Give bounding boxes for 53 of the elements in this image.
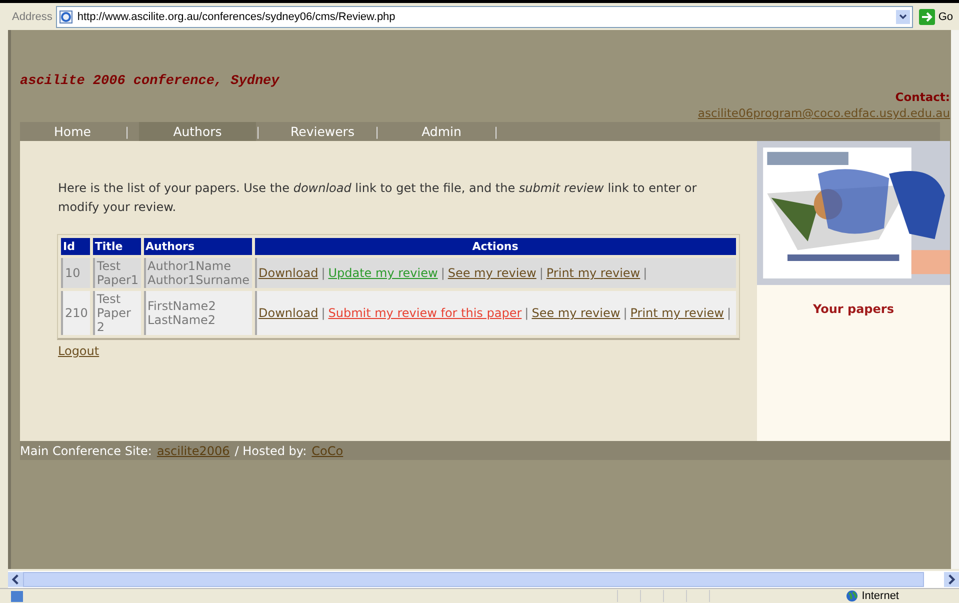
- separator-text: |: [623, 306, 628, 320]
- table-cell: Test Paper 2: [92, 291, 141, 335]
- nav-separator: |: [375, 124, 380, 141]
- table-cell: FirstName2 LastName2: [144, 291, 252, 335]
- action-link[interactable]: Submit my review for this paper: [328, 306, 522, 320]
- column-header: Id: [61, 238, 90, 255]
- separator-text: |: [440, 266, 445, 280]
- intro-text: Here is the list of your papers. Use the download link to get the file, and the submit review link to enter or modify your review.: [58, 180, 698, 216]
- action-link[interactable]: See my review: [532, 306, 620, 320]
- page-icon: [10, 590, 24, 602]
- dropdown-icon[interactable]: [896, 10, 910, 24]
- action-link[interactable]: Download: [258, 306, 318, 320]
- address-field[interactable]: http://www.ascilite.org.au/conferences/sydney06/cms/Review.php: [56, 6, 914, 28]
- site-title: ascilite 2006 conference, Sydney: [20, 74, 280, 89]
- column-header: Title: [92, 238, 141, 255]
- globe-icon: [846, 590, 858, 602]
- address-label: Address: [12, 10, 52, 22]
- action-link[interactable]: Print my review: [546, 266, 640, 280]
- nav-tab[interactable]: Home: [20, 122, 125, 141]
- vertical-scrollbar[interactable]: [951, 30, 959, 569]
- logout-link[interactable]: Logout: [58, 344, 100, 358]
- column-header: Authors: [144, 238, 252, 255]
- table-cell: 210: [61, 291, 90, 335]
- separator-text: |: [726, 306, 732, 320]
- column-header: Actions: [254, 238, 736, 255]
- go-button[interactable]: Go: [917, 8, 955, 24]
- separator-text: |: [321, 266, 326, 280]
- sidebar-heading: Your papers: [812, 302, 895, 316]
- separator-text: |: [524, 306, 529, 320]
- separator-text: |: [321, 306, 326, 320]
- nav-tab[interactable]: Reviewers: [270, 122, 375, 141]
- contact-label: Contact:: [895, 90, 950, 104]
- nav-separator: |: [125, 124, 130, 141]
- action-link[interactable]: Print my review: [630, 306, 724, 320]
- separator-text: |: [539, 266, 544, 280]
- scroll-left-icon[interactable]: [8, 572, 23, 587]
- nav-separator: |: [494, 124, 500, 141]
- nav-separator: |: [256, 124, 262, 141]
- zone-text: Internet: [862, 590, 899, 602]
- scroll-right-icon[interactable]: [944, 572, 959, 587]
- action-link[interactable]: Download: [258, 266, 318, 280]
- separator-text: |: [643, 266, 648, 280]
- footer-text: Main Conference Site:: [20, 444, 152, 458]
- nav-tab[interactable]: Authors: [139, 122, 256, 141]
- arrow-icon: [919, 8, 936, 24]
- table-cell: Test Paper1: [92, 258, 141, 288]
- table-cell: 10: [61, 258, 90, 288]
- footer-text: / Hosted by:: [234, 444, 307, 458]
- page-icon: [59, 10, 74, 24]
- action-link[interactable]: See my review: [448, 266, 536, 280]
- horizontal-scrollbar[interactable]: [8, 569, 959, 588]
- table-cell: Author1Name Author1Surname: [144, 258, 252, 288]
- nav-tab[interactable]: Admin: [389, 122, 494, 141]
